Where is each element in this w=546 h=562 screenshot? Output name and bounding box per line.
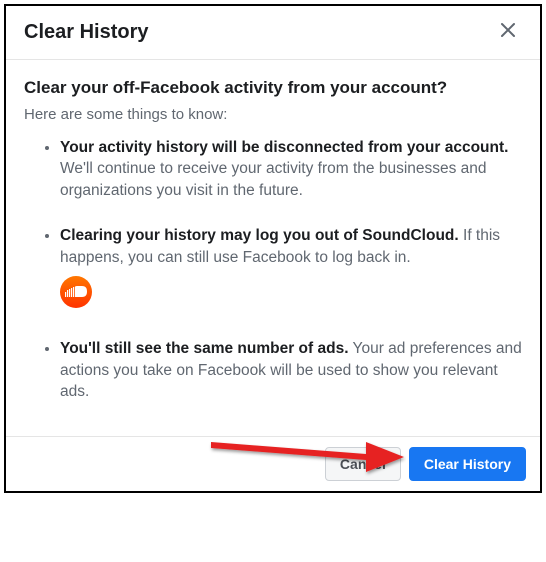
dialog-footer: Cancel Clear History (6, 436, 540, 491)
dialog-title: Clear History (24, 21, 149, 44)
list-item: You'll still see the same number of ads.… (60, 338, 522, 402)
dialog-header: Clear History (6, 6, 540, 60)
cancel-button[interactable]: Cancel (325, 447, 401, 481)
info-list: Your activity history will be disconnect… (24, 137, 522, 402)
dialog-body: Clear your off-Facebook activity from yo… (6, 60, 540, 436)
list-item-bold: Your activity history will be disconnect… (60, 139, 508, 156)
body-subtext: Here are some things to know: (24, 106, 522, 123)
list-item-text: We'll continue to receive your activity … (60, 160, 487, 198)
close-icon[interactable] (494, 20, 522, 45)
list-item-bold: Clearing your history may log you out of… (60, 227, 459, 244)
clear-history-dialog: Clear History Clear your off-Facebook ac… (4, 4, 542, 493)
body-heading: Clear your off-Facebook activity from yo… (24, 78, 522, 98)
soundcloud-icon (60, 276, 92, 308)
list-item-bold: You'll still see the same number of ads. (60, 340, 349, 357)
clear-history-button[interactable]: Clear History (409, 447, 526, 481)
list-item: Your activity history will be disconnect… (60, 137, 522, 201)
list-item: Clearing your history may log you out of… (60, 225, 522, 314)
